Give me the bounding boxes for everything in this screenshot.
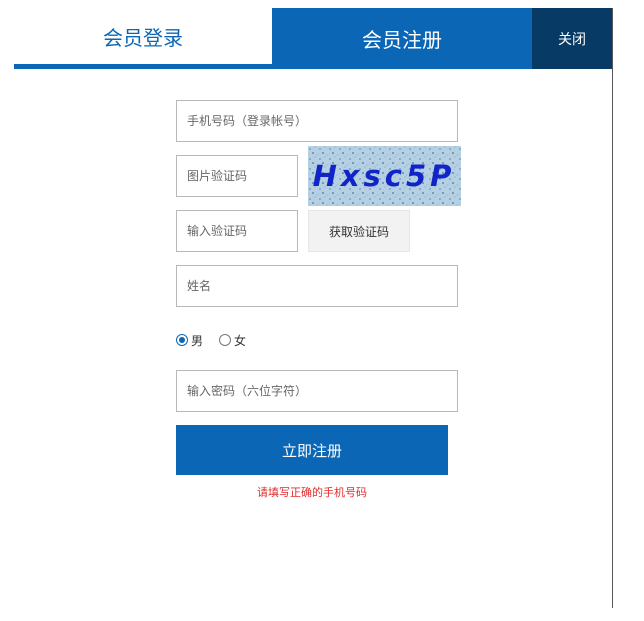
- sms-code-input[interactable]: [176, 210, 298, 252]
- phone-input[interactable]: [176, 100, 458, 142]
- get-code-button[interactable]: 获取验证码: [308, 210, 410, 252]
- captcha-text: Hxsc5P: [313, 159, 456, 193]
- tab-login[interactable]: 会员登录: [14, 8, 272, 69]
- error-message: 请填写正确的手机号码: [257, 486, 367, 499]
- image-code-input[interactable]: [176, 155, 298, 197]
- gender-male-radio[interactable]: [176, 334, 188, 346]
- captcha-image[interactable]: Hxsc5P: [308, 146, 461, 206]
- get-code-label: 获取验证码: [328, 224, 389, 239]
- gender-male-label: 男: [191, 333, 204, 348]
- tab-register-label: 会员注册: [362, 28, 442, 52]
- close-button-label: 关闭: [558, 31, 586, 48]
- register-dialog: 会员登录 会员注册 关闭 Hxsc5P 获取验证码: [14, 8, 613, 608]
- register-submit-label: 立即注册: [281, 441, 342, 460]
- register-submit-button[interactable]: 立即注册: [176, 425, 448, 475]
- gender-female-label: 女: [234, 333, 247, 348]
- password-input[interactable]: [176, 370, 458, 412]
- tab-register[interactable]: 会员注册: [272, 8, 532, 69]
- gender-group: 男 女: [176, 331, 246, 349]
- tab-bar: 会员登录 会员注册 关闭: [14, 8, 612, 70]
- gender-female-radio[interactable]: [219, 334, 232, 346]
- tab-login-label: 会员登录: [103, 25, 183, 50]
- close-button[interactable]: 关闭: [532, 8, 612, 69]
- name-input[interactable]: [176, 265, 458, 307]
